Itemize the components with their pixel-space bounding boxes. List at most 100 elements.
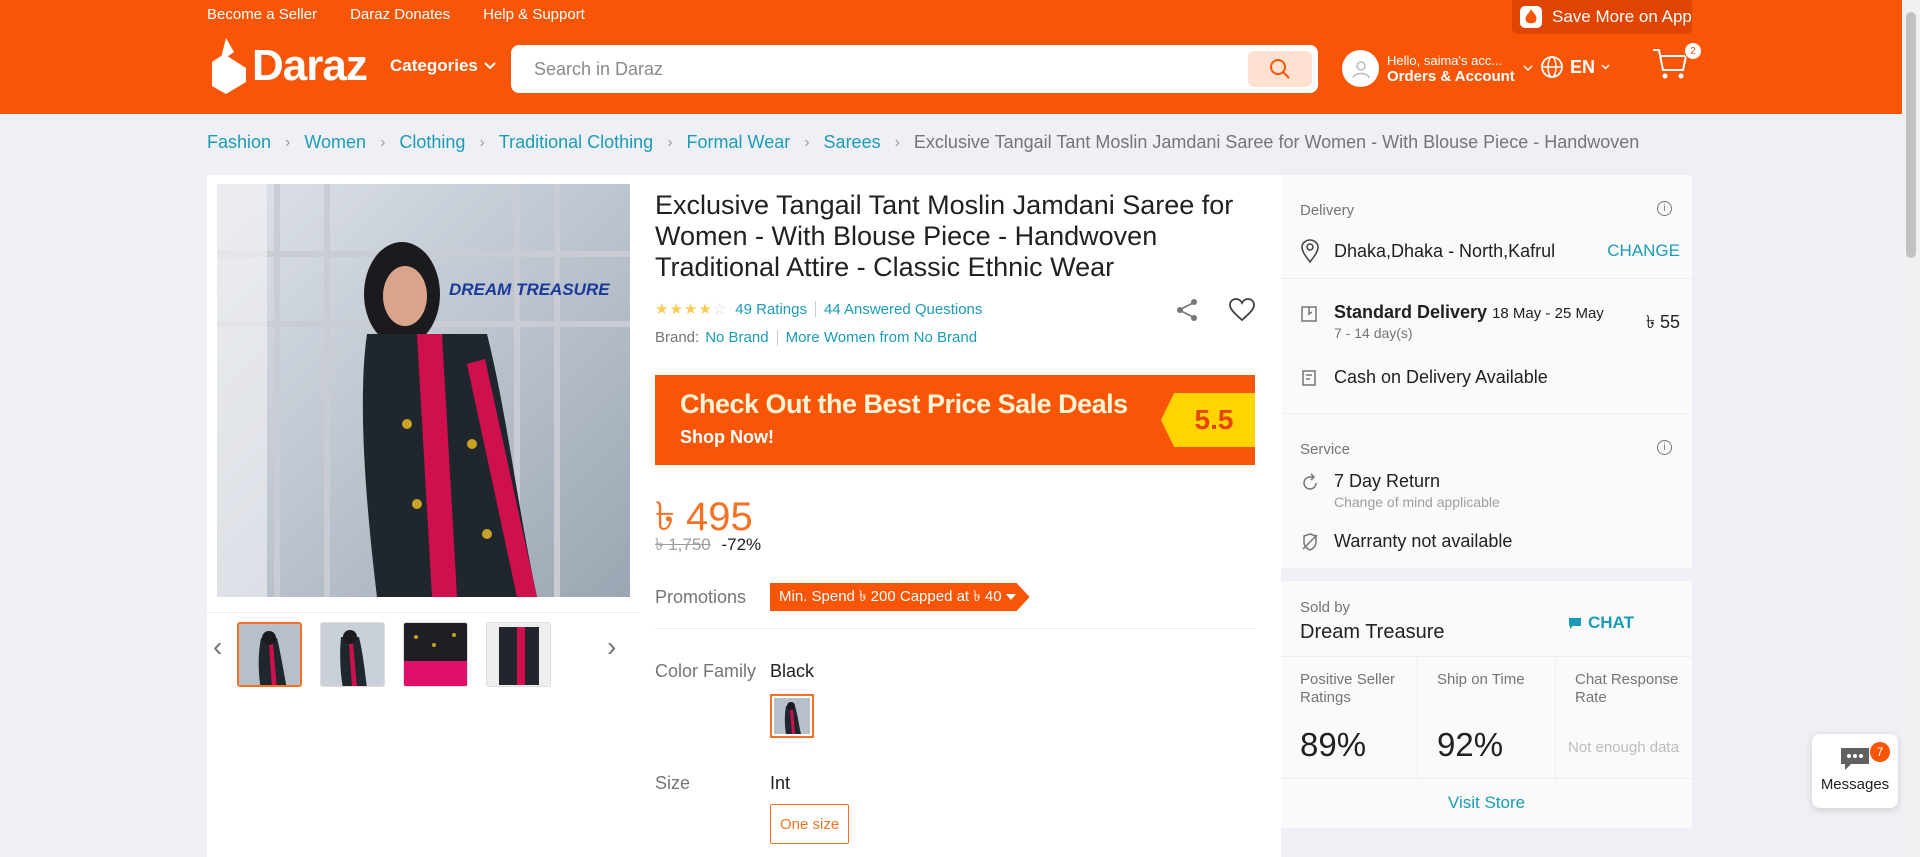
discount-percent: -72% (721, 535, 762, 554)
chevron-down-icon (1601, 64, 1610, 70)
metric-value: 92% (1437, 726, 1504, 763)
breadcrumb-clothing[interactable]: Clothing (399, 132, 465, 153)
daraz-logo-icon (212, 38, 246, 94)
daraz-donates-link[interactable]: Daraz Donates (350, 6, 450, 23)
standard-delivery-days: 7 - 14 day(s) (1334, 325, 1413, 341)
metric-positive-ratings: Positive Seller Ratings 89% (1281, 657, 1418, 780)
metric-chat-response: Chat Response Rate Not enough data (1556, 657, 1692, 780)
product-main-image[interactable] (217, 184, 630, 597)
answered-questions-link[interactable]: 44 Answered Questions (824, 301, 982, 318)
chevron-right-icon: › (285, 133, 291, 151)
account-menu[interactable]: Hello, saima's acc... Orders & Account (1342, 50, 1533, 87)
breadcrumb-women[interactable]: Women (304, 132, 366, 153)
section-divider (655, 628, 1255, 629)
info-icon[interactable]: i (1657, 201, 1672, 216)
messages-count-badge: 7 (1870, 742, 1890, 762)
change-location-button[interactable]: CHANGE (1607, 241, 1680, 261)
sold-by-label: Sold by (1300, 599, 1351, 616)
color-family-value: Black (770, 661, 815, 681)
thumbnail-2[interactable] (320, 622, 385, 687)
standard-delivery-fee: ৳ 55 (1646, 312, 1680, 332)
thumbnail-3[interactable] (403, 622, 468, 687)
delivery-panel: Delivery i Dhaka,Dhaka - North,Kafrul CH… (1281, 175, 1692, 413)
return-title: 7 Day Return (1334, 471, 1441, 491)
rating-row: ★★★★☆ 49 Ratings 44 Answered Questions (655, 300, 982, 319)
search-button[interactable] (1248, 51, 1312, 87)
breadcrumb-sarees[interactable]: Sarees (824, 132, 881, 153)
metric-ship-on-time: Ship on Time 92% (1418, 657, 1556, 780)
breadcrumb-formal-wear[interactable]: Formal Wear (687, 132, 791, 153)
brand-link[interactable]: No Brand (705, 329, 768, 346)
banner-cta: Shop Now! (680, 427, 774, 447)
thumbnail-1[interactable] (237, 622, 302, 687)
daraz-logo[interactable]: Daraz (212, 38, 368, 94)
promotion-voucher[interactable]: Min. Spend ৳ 200 Capped at ৳ 40 (770, 583, 1030, 611)
brand-label: Brand: (655, 329, 700, 346)
warranty-info: Warranty not available (1300, 531, 1512, 552)
scrollbar-thumb[interactable] (1906, 12, 1916, 258)
seller-metrics: Positive Seller Ratings 89% Ship on Time… (1281, 656, 1692, 780)
help-support-link[interactable]: Help & Support (483, 6, 585, 23)
share-icon[interactable] (1175, 298, 1199, 322)
cash-on-delivery-icon (1302, 369, 1316, 386)
metric-label: Chat Response Rate (1575, 671, 1679, 706)
cart-button[interactable]: 2 (1652, 42, 1702, 85)
chevron-right-icon: › (479, 133, 485, 151)
original-price: ৳ 1,750 (655, 535, 711, 554)
search-input[interactable] (534, 58, 1248, 80)
chevron-right-icon: › (667, 133, 673, 151)
wishlist-heart-icon[interactable] (1229, 298, 1255, 322)
thumbnail-next-arrow-icon[interactable]: › (607, 631, 616, 663)
size-option-one-size[interactable]: One size (770, 804, 850, 844)
metric-value: 89% (1300, 726, 1367, 763)
breadcrumb-fashion[interactable]: Fashion (207, 132, 271, 153)
search-icon (1270, 59, 1290, 79)
delivery-location: Dhaka,Dhaka - North,Kafrul CHANGE (1300, 239, 1680, 263)
site-header: Become a Seller Daraz Donates Help & Sup… (0, 0, 1920, 114)
service-panel: Service i 7 Day Return Change of mind ap… (1281, 414, 1692, 568)
size-value: Int (770, 773, 791, 793)
visit-store-link[interactable]: Visit Store (1281, 793, 1692, 813)
return-policy: 7 Day Return Change of mind applicable (1300, 471, 1500, 510)
seller-panel: Sold by Dream Treasure CHAT Positive Sel… (1281, 581, 1692, 828)
more-from-brand-link[interactable]: More Women from No Brand (786, 329, 977, 346)
product-title: Exclusive Tangail Tant Moslin Jamdani Sa… (655, 190, 1234, 282)
chat-button[interactable]: CHAT (1568, 613, 1634, 633)
messages-widget[interactable]: 7 Messages (1812, 734, 1898, 808)
service-header: Service (1300, 441, 1351, 458)
language-label: EN (1570, 56, 1596, 77)
sale-banner[interactable]: Check Out the Best Price Sale Deals Shop… (655, 375, 1255, 465)
standard-delivery-label: Standard Delivery (1334, 302, 1488, 322)
become-seller-link[interactable]: Become a Seller (207, 6, 317, 23)
product-main-card: DREAM TREASURE ‹ › Exclusive Tangail Tan… (207, 175, 1281, 857)
thumbnail-4[interactable] (486, 622, 551, 687)
divider (814, 301, 816, 317)
price-details: ৳ 1,750 -72% (655, 532, 761, 560)
color-family-label: Color Family (655, 661, 757, 681)
message-bubble-icon (1841, 748, 1869, 770)
info-icon[interactable]: i (1657, 440, 1672, 455)
rating-stars-icon: ★★★★☆ (655, 301, 728, 318)
ratings-link[interactable]: 49 Ratings (735, 301, 807, 318)
promotions-label: Promotions (655, 587, 747, 607)
save-more-on-app-button[interactable]: Save More on App (1512, 0, 1692, 34)
cod-option: Cash on Delivery Available (1300, 367, 1548, 388)
cart-count-badge: 2 (1684, 42, 1702, 60)
app-promo-label: Save More on App (1552, 7, 1692, 26)
delivery-box-icon (1301, 306, 1317, 322)
breadcrumb-traditional-clothing[interactable]: Traditional Clothing (499, 132, 653, 153)
cod-text: Cash on Delivery Available (1334, 367, 1548, 387)
logo-text: Daraz (252, 41, 368, 90)
seller-name[interactable]: Dream Treasure (1300, 621, 1445, 644)
language-selector[interactable]: EN (1540, 55, 1610, 79)
location-text: Dhaka,Dhaka - North,Kafrul (1334, 240, 1556, 261)
color-swatch-black[interactable] (770, 694, 814, 738)
app-icon (1520, 6, 1542, 28)
categories-label: Categories (390, 56, 478, 75)
location-pin-icon (1301, 239, 1319, 263)
banner-headline: Check Out the Best Price Sale Deals (680, 389, 1128, 419)
page-scrollbar[interactable] (1902, 0, 1920, 857)
categories-menu[interactable]: Categories (390, 56, 496, 76)
chat-label: CHAT (1588, 613, 1634, 632)
thumbnail-prev-arrow-icon[interactable]: ‹ (213, 631, 222, 663)
